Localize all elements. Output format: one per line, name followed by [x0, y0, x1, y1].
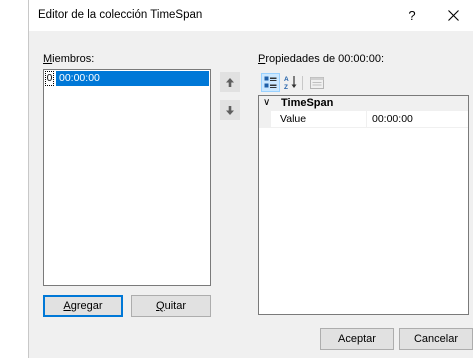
move-up-button[interactable] [220, 72, 240, 92]
sort-alphabetical-icon: A Z [284, 76, 296, 90]
ok-button[interactable]: Aceptar [320, 328, 394, 350]
member-index: 0 [45, 71, 54, 86]
title-bar: Editor de la colección TimeSpan ? [29, 0, 473, 31]
row-gutter [259, 111, 271, 127]
add-button[interactable]: Agregar [43, 295, 123, 317]
property-name: Value [280, 113, 307, 125]
toolbar-separator [302, 76, 303, 90]
categorized-button[interactable] [261, 73, 280, 92]
members-label: Miembros: [43, 53, 95, 65]
svg-text:Z: Z [284, 84, 288, 90]
arrow-down-icon [226, 105, 234, 115]
collection-editor-dialog: Editor de la colección TimeSpan ? Miembr… [28, 0, 473, 358]
help-button[interactable]: ? [394, 0, 430, 31]
members-list[interactable]: 0 00:00:00 [43, 69, 211, 286]
chevron-down-icon[interactable]: ∨ [263, 97, 270, 108]
property-pages-icon [309, 76, 324, 89]
alphabetical-button[interactable]: A Z [281, 73, 300, 92]
category-label: TimeSpan [281, 97, 334, 109]
window-title: Editor de la colección TimeSpan [38, 9, 203, 21]
property-category[interactable]: ∨ TimeSpan [259, 96, 468, 111]
move-down-button[interactable] [220, 100, 240, 120]
list-item[interactable]: 0 00:00:00 [45, 71, 209, 86]
svg-text:A: A [284, 76, 289, 83]
categorized-icon [264, 76, 277, 88]
properties-label: Propiedades de 00:00:00: [258, 53, 384, 65]
property-grid[interactable]: ∨ TimeSpan Value 00:00:00 [258, 95, 469, 315]
property-row[interactable]: Value 00:00:00 [259, 111, 468, 128]
close-button[interactable] [435, 0, 471, 31]
cancel-button[interactable]: Cancelar [399, 328, 473, 350]
close-icon [447, 10, 459, 21]
column-splitter[interactable] [366, 111, 367, 127]
member-value: 00:00:00 [56, 71, 209, 86]
remove-button[interactable]: Quitar [131, 295, 211, 317]
arrow-up-icon [226, 77, 234, 87]
property-value[interactable]: 00:00:00 [372, 113, 413, 125]
property-pages-button[interactable] [307, 73, 326, 92]
